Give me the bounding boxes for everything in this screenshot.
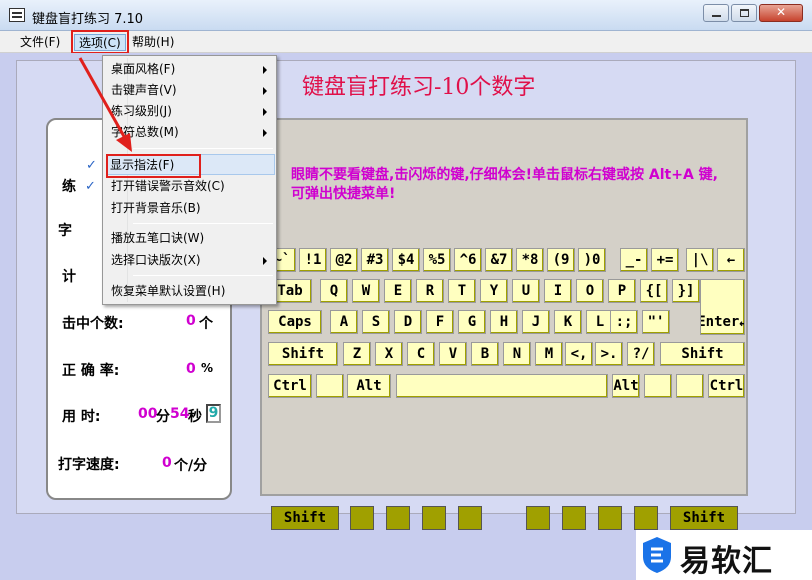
shield-logo-icon (643, 537, 671, 573)
annotation-arrow-icon (78, 57, 132, 152)
watermark-text: 易软汇 (680, 544, 773, 579)
watermark: 易软汇 (636, 530, 812, 580)
